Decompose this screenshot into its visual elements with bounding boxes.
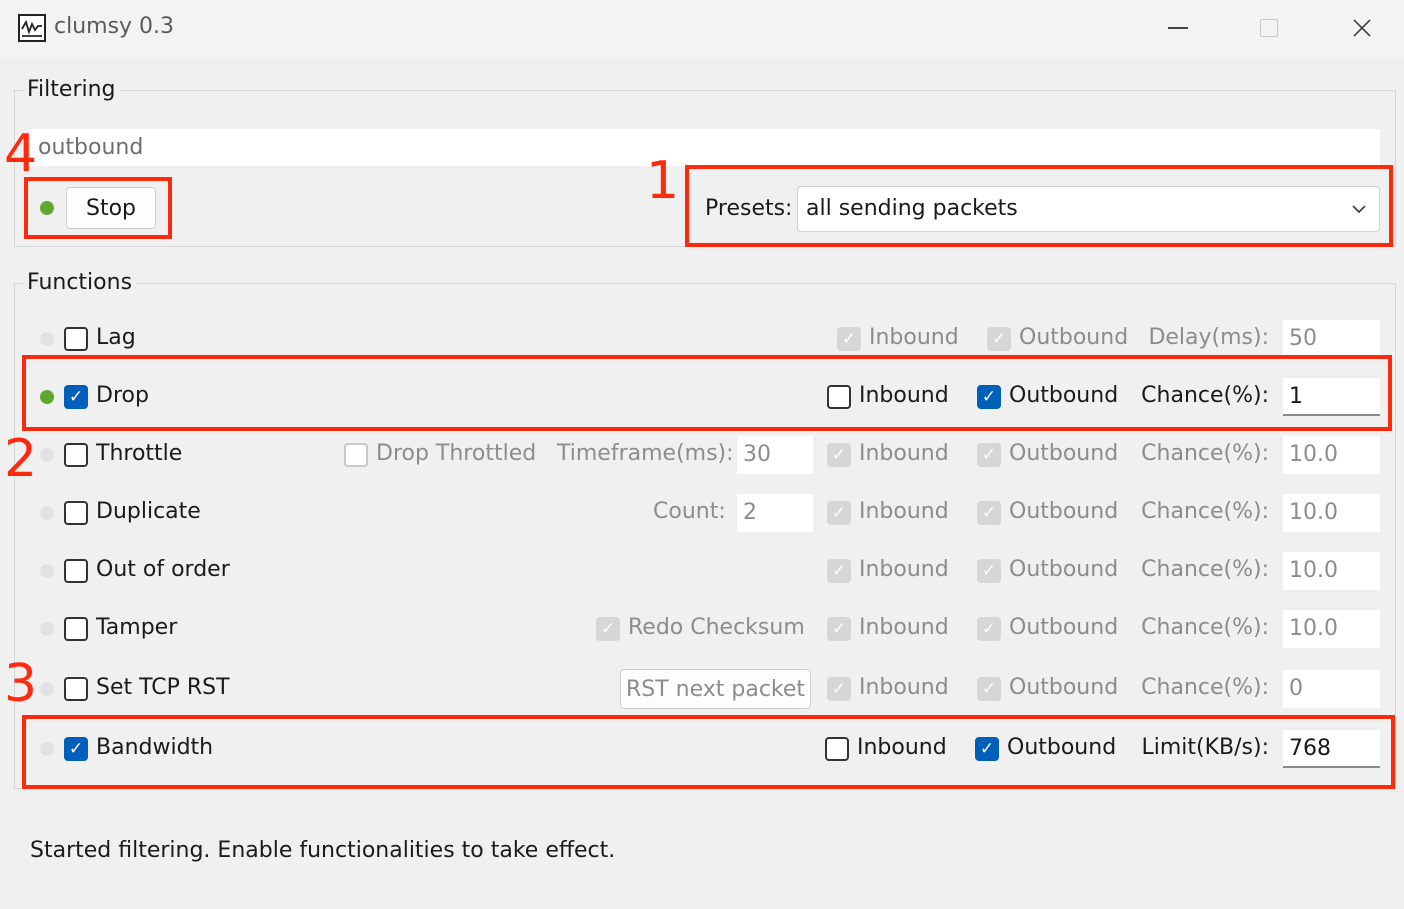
tamper-param-input[interactable]: 10.0 <box>1283 610 1380 648</box>
close-icon <box>1353 19 1371 37</box>
out-of-order-param-label: Chance(%): <box>1141 557 1269 582</box>
minimize-icon <box>1168 27 1188 29</box>
set-tcp-rst-inbound-label: Inbound <box>859 675 949 700</box>
tamper-status-indicator <box>40 622 54 636</box>
throttle-param-input[interactable]: 10.0 <box>1283 436 1380 474</box>
duplicate-param-label: Chance(%): <box>1141 499 1269 524</box>
callout-2: 2 <box>4 429 38 489</box>
tamper-label: Tamper <box>96 615 178 640</box>
set-tcp-rst-label: Set TCP RST <box>96 675 230 700</box>
throttle-extra-param-input[interactable]: 30 <box>737 436 813 474</box>
tamper-extra-label: Redo Checksum <box>628 615 805 640</box>
set-tcp-rst-status-indicator <box>40 682 54 696</box>
throttle-outbound-checkbox[interactable]: ✓ <box>977 443 1001 467</box>
status-message: Started filtering. Enable functionalitie… <box>30 838 616 863</box>
maximize-button[interactable] <box>1249 10 1289 46</box>
lag-inbound-checkbox[interactable]: ✓ <box>837 327 861 351</box>
throttle-status-indicator <box>40 448 54 462</box>
throttle-extra-label: Drop Throttled <box>376 441 537 466</box>
duplicate-extra-param-label: Count: <box>653 499 726 524</box>
tamper-extra-checkbox[interactable]: ✓ <box>596 617 620 641</box>
lag-outbound-label: Outbound <box>1019 325 1129 350</box>
functions-group-title: Functions <box>23 270 137 295</box>
filter-input[interactable]: outbound <box>30 129 1380 166</box>
throttle-enable-checkbox[interactable] <box>64 443 88 467</box>
tamper-enable-checkbox[interactable] <box>64 617 88 641</box>
set-tcp-rst-param-label: Chance(%): <box>1141 675 1269 700</box>
duplicate-extra-param-input[interactable]: 2 <box>737 494 813 532</box>
duplicate-inbound-label: Inbound <box>859 499 949 524</box>
duplicate-outbound-label: Outbound <box>1009 499 1119 524</box>
out-of-order-outbound-label: Outbound <box>1009 557 1119 582</box>
out-of-order-inbound-checkbox[interactable]: ✓ <box>827 559 851 583</box>
tamper-outbound-label: Outbound <box>1009 615 1119 640</box>
annotation-box-presets <box>685 165 1393 247</box>
out-of-order-param-input[interactable]: 10.0 <box>1283 552 1380 590</box>
callout-1: 1 <box>646 151 680 211</box>
waveform-icon <box>18 14 46 42</box>
annotation-box-drop <box>22 355 1392 431</box>
lag-label: Lag <box>96 325 136 350</box>
annotation-box-bandwidth <box>22 715 1395 789</box>
lag-outbound-checkbox[interactable]: ✓ <box>987 327 1011 351</box>
throttle-extra-checkbox[interactable] <box>344 443 368 467</box>
set-tcp-rst-rst-next-packet-button[interactable]: RST next packet <box>620 669 811 709</box>
duplicate-enable-checkbox[interactable] <box>64 501 88 525</box>
callout-4: 4 <box>4 124 38 184</box>
throttle-param-label: Chance(%): <box>1141 441 1269 466</box>
set-tcp-rst-enable-checkbox[interactable] <box>64 677 88 701</box>
throttle-inbound-checkbox[interactable]: ✓ <box>827 443 851 467</box>
window-title: clumsy 0.3 <box>54 14 175 39</box>
set-tcp-rst-param-input[interactable]: 0 <box>1283 670 1380 708</box>
set-tcp-rst-outbound-label: Outbound <box>1009 675 1119 700</box>
throttle-label: Throttle <box>96 441 183 466</box>
duplicate-outbound-checkbox[interactable]: ✓ <box>977 501 1001 525</box>
throttle-outbound-label: Outbound <box>1009 441 1119 466</box>
out-of-order-label: Out of order <box>96 557 230 582</box>
maximize-icon <box>1260 19 1278 37</box>
minimize-button[interactable] <box>1158 10 1198 46</box>
throttle-extra-param-label: Timeframe(ms): <box>557 441 734 466</box>
tamper-outbound-checkbox[interactable]: ✓ <box>977 617 1001 641</box>
out-of-order-enable-checkbox[interactable] <box>64 559 88 583</box>
duplicate-label: Duplicate <box>96 499 201 524</box>
throttle-inbound-label: Inbound <box>859 441 949 466</box>
out-of-order-outbound-checkbox[interactable]: ✓ <box>977 559 1001 583</box>
duplicate-inbound-checkbox[interactable]: ✓ <box>827 501 851 525</box>
close-button[interactable] <box>1342 10 1382 46</box>
duplicate-param-input[interactable]: 10.0 <box>1283 494 1380 532</box>
set-tcp-rst-inbound-checkbox[interactable]: ✓ <box>827 677 851 701</box>
lag-inbound-label: Inbound <box>869 325 959 350</box>
lag-status-indicator <box>40 332 54 346</box>
lag-param-label: Delay(ms): <box>1148 325 1269 350</box>
lag-enable-checkbox[interactable] <box>64 327 88 351</box>
set-tcp-rst-outbound-checkbox[interactable]: ✓ <box>977 677 1001 701</box>
annotation-box-stop <box>24 177 172 239</box>
duplicate-status-indicator <box>40 506 54 520</box>
lag-param-input[interactable]: 50 <box>1283 320 1380 358</box>
out-of-order-inbound-label: Inbound <box>859 557 949 582</box>
filtering-group-title: Filtering <box>23 77 120 102</box>
out-of-order-status-indicator <box>40 564 54 578</box>
tamper-inbound-checkbox[interactable]: ✓ <box>827 617 851 641</box>
tamper-param-label: Chance(%): <box>1141 615 1269 640</box>
tamper-inbound-label: Inbound <box>859 615 949 640</box>
callout-3: 3 <box>4 654 38 714</box>
